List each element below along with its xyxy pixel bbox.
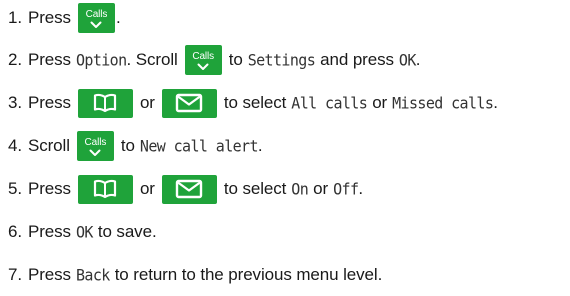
step-text: or	[139, 179, 155, 198]
calls-key: Calls	[76, 131, 114, 161]
display-term-ok: OK	[75, 222, 93, 242]
display-term-settings: Settings	[247, 50, 316, 70]
step-text: to select	[223, 179, 287, 198]
messages-key	[161, 88, 217, 118]
step-number: 6.	[8, 222, 22, 241]
display-term-missed-calls: Missed calls	[392, 93, 494, 113]
step-text: .	[493, 93, 498, 112]
step-text: Press	[27, 222, 71, 241]
step-text: Press	[27, 179, 71, 198]
calls-key: Calls	[184, 45, 222, 75]
messages-key	[161, 174, 217, 204]
step-text: and press	[320, 50, 394, 69]
display-term-off: Off	[333, 179, 359, 199]
step-text: to save.	[97, 222, 157, 241]
step-text: to	[228, 50, 243, 69]
display-term-new-call-alert: New call alert	[139, 136, 259, 156]
step-text: .	[115, 8, 121, 27]
step-text: to select	[223, 93, 287, 112]
step-number: 5.	[8, 179, 22, 198]
calls-key-label: Calls	[84, 136, 107, 148]
calls-key: Calls	[77, 3, 115, 33]
step-text: or	[139, 93, 155, 112]
phonebook-key	[77, 88, 133, 118]
step-text: Press	[27, 50, 71, 69]
chevron-down-icon	[197, 63, 209, 70]
step-1: 1. Press Calls .	[8, 3, 121, 33]
step-text: . Scroll	[126, 50, 178, 69]
step-number: 1.	[8, 8, 22, 27]
display-term-on: On	[291, 179, 309, 199]
envelope-icon	[176, 179, 203, 199]
step-text: Scroll	[27, 136, 70, 155]
envelope-icon	[176, 93, 203, 113]
step-text: to	[120, 136, 135, 155]
chevron-down-icon	[90, 21, 102, 28]
calls-key-label: Calls	[192, 50, 215, 62]
step-number: 2.	[8, 50, 22, 69]
display-term-back: Back	[75, 265, 110, 285]
display-term-option: Option	[75, 50, 127, 70]
open-book-icon	[94, 93, 117, 113]
step-text: .	[358, 179, 364, 198]
step-text: or	[313, 179, 329, 198]
phonebook-key	[77, 174, 133, 204]
chevron-down-icon	[89, 149, 101, 156]
step-number: 3.	[8, 93, 22, 112]
step-6: 6. Press OK to save.	[8, 217, 157, 247]
step-5: 5. Press or to select On or Off .	[8, 174, 363, 204]
step-text: .	[257, 136, 263, 155]
open-book-icon	[94, 179, 117, 199]
step-text: or	[372, 93, 388, 112]
step-number: 7.	[8, 265, 22, 284]
display-term-ok: OK	[398, 50, 416, 70]
step-2: 2. Press Option . Scroll Calls to Settin…	[8, 45, 420, 75]
step-text: Press	[27, 265, 71, 284]
step-text: Press	[27, 8, 71, 27]
calls-key-label: Calls	[85, 8, 108, 20]
step-7: 7. Press Back to return to the previous …	[8, 260, 382, 290]
step-text: Press	[27, 93, 71, 112]
step-number: 4.	[8, 136, 22, 155]
step-4: 4. Scroll Calls to New call alert .	[8, 131, 263, 161]
step-text: to return to the previous menu level.	[114, 265, 383, 284]
display-term-all-calls: All calls	[291, 93, 368, 113]
step-3: 3. Press or to select All calls or Misse…	[8, 88, 498, 118]
step-text: .	[415, 50, 421, 69]
